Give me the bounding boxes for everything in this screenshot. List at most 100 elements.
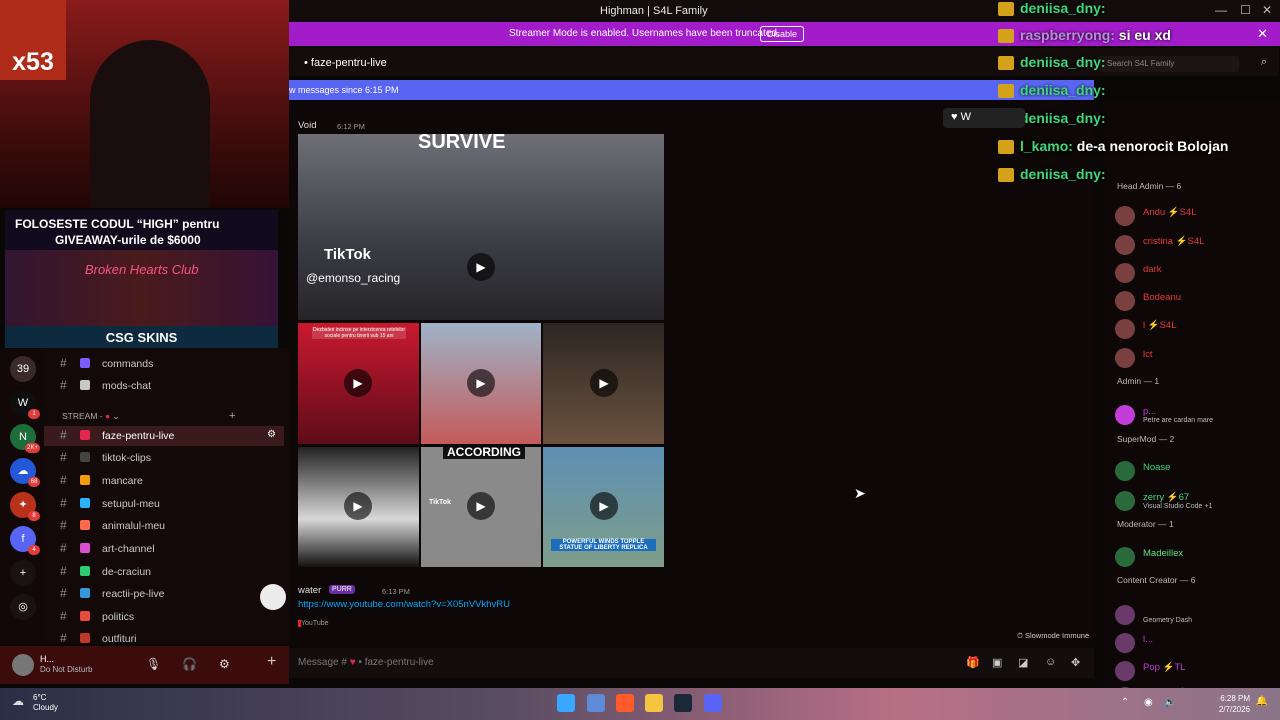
- member-item[interactable]: zerry ⚡67 Visual Studio Code +1: [1115, 489, 1280, 515]
- add-attachment-icon[interactable]: +: [267, 653, 276, 671]
- member-item[interactable]: cristina ⚡S4L: [1115, 233, 1280, 259]
- disable-button[interactable]: Disable: [760, 26, 805, 42]
- server-icon[interactable]: ☁ 68: [10, 458, 40, 487]
- start-icon[interactable]: [557, 694, 575, 712]
- hash-icon: #: [60, 586, 67, 600]
- channel-item[interactable]: # mods-chat: [44, 376, 284, 396]
- member-item[interactable]: Noase: [1115, 459, 1280, 485]
- overlay-chat-line: deniisa_dny:: [998, 0, 1106, 22]
- network-icon[interactable]: ◉: [1144, 697, 1153, 708]
- channel-label: tiktok-clips: [102, 452, 152, 464]
- play-icon[interactable]: ▶: [467, 369, 495, 397]
- channel-settings-icon[interactable]: ⚙: [267, 429, 276, 440]
- weather-icon[interactable]: ☁: [12, 694, 24, 708]
- member-group-header[interactable]: Admin — 1: [1117, 376, 1159, 386]
- server-icon[interactable]: 39: [10, 356, 36, 382]
- member-item[interactable]: lct: [1115, 346, 1280, 372]
- tiktok-embed[interactable]: ▶: [421, 323, 541, 444]
- settings-gear-icon[interactable]: ⚙: [219, 657, 230, 671]
- member-group-header[interactable]: Moderator — 1: [1117, 519, 1174, 529]
- emoji-icon[interactable]: ☺: [1045, 656, 1056, 668]
- overlay-chat-line: raspberryong: si eu xd: [998, 27, 1171, 49]
- play-icon[interactable]: ▶: [590, 369, 618, 397]
- channel-item[interactable]: # politics: [44, 607, 284, 627]
- message-input[interactable]: Message # ♥ • faze-pentru-live: [298, 657, 434, 668]
- channel-item[interactable]: # setupul-meu: [44, 494, 284, 514]
- play-icon[interactable]: ▶: [467, 253, 495, 281]
- promo-art: Broken Hearts Club: [5, 250, 278, 326]
- play-icon[interactable]: ▶: [344, 492, 372, 520]
- channel-item[interactable]: # commands: [44, 354, 284, 374]
- member-item[interactable]: Geometry Dash: [1115, 603, 1280, 629]
- message-link[interactable]: https://www.youtube.com/watch?v=X05nVVkh…: [298, 599, 510, 610]
- message-author[interactable]: water: [298, 585, 321, 596]
- message-avatar[interactable]: [260, 584, 286, 610]
- tiktok-embed[interactable]: ACCORDING TikTok ▶: [421, 447, 541, 567]
- message-author[interactable]: Void: [298, 120, 317, 131]
- member-group-header[interactable]: Content Creator — 6: [1117, 575, 1195, 585]
- member-item[interactable]: Bodeanu: [1115, 289, 1280, 315]
- discord-icon[interactable]: [704, 694, 722, 712]
- explorer-icon[interactable]: [645, 694, 663, 712]
- channel-item[interactable]: # animalul-meu: [44, 516, 284, 536]
- add-channel-icon[interactable]: +: [229, 410, 235, 422]
- tiktok-embed[interactable]: POWERFUL WINDS TOPPLE STATUE OF LIBERTY …: [543, 447, 664, 567]
- member-item[interactable]: Pop ⚡TL: [1115, 659, 1280, 685]
- member-item[interactable]: Madeillex: [1115, 545, 1280, 571]
- taskview-icon[interactable]: [587, 694, 605, 712]
- member-item[interactable]: l ⚡S4L: [1115, 317, 1280, 343]
- hash-icon: #: [60, 609, 67, 623]
- message-timestamp: 6:13 PM: [382, 587, 410, 596]
- gift-icon[interactable]: 🎁: [966, 656, 980, 669]
- member-group-header[interactable]: SuperMod — 2: [1117, 434, 1174, 444]
- member-avatar: [1115, 605, 1135, 625]
- server-icon[interactable]: W1: [10, 390, 40, 419]
- hash-icon: #: [60, 541, 67, 555]
- tiktok-logo: TikTok: [324, 246, 371, 263]
- member-item[interactable]: Andu ⚡S4L: [1115, 204, 1280, 230]
- member-avatar: [1115, 263, 1135, 283]
- play-icon[interactable]: ▶: [467, 492, 495, 520]
- member-item[interactable]: p... Petre are cardan mare: [1115, 403, 1280, 429]
- server-icon[interactable]: +: [10, 560, 36, 586]
- tiktok-embed[interactable]: Dezbateri incinse pe interzicerea retele…: [298, 323, 419, 444]
- notification-bell-icon[interactable]: 🔔: [1256, 696, 1268, 707]
- reaction-bar[interactable]: ♥ W: [943, 108, 1025, 128]
- sticker-icon[interactable]: ◪: [1018, 656, 1028, 669]
- member-name: l ⚡S4L: [1143, 320, 1177, 331]
- user-avatar[interactable]: [12, 654, 34, 676]
- server-icon[interactable]: N 2K+: [10, 424, 40, 453]
- play-icon[interactable]: ▶: [344, 369, 372, 397]
- member-item[interactable]: l...: [1115, 631, 1280, 657]
- gif-icon[interactable]: ▣: [992, 656, 1002, 669]
- headphones-icon[interactable]: 🎧: [182, 657, 197, 671]
- channel-item[interactable]: # faze-pentru-live ⚙: [44, 426, 284, 446]
- microphone-icon[interactable]: 🎙: [146, 657, 161, 671]
- server-icon[interactable]: ✦ 8: [10, 492, 40, 521]
- volume-icon[interactable]: 🔈: [1164, 697, 1176, 708]
- tiktok-embed-large[interactable]: SURVIVE TikTok @emonso_racing ▶: [298, 134, 664, 320]
- apps-icon[interactable]: ✥: [1071, 656, 1080, 669]
- channel-item[interactable]: # mancare: [44, 471, 284, 491]
- new-messages-bar[interactable]: w messages since 6:15 PM: [289, 80, 1094, 100]
- server-icon[interactable]: ◎: [10, 594, 36, 620]
- member-item[interactable]: dark: [1115, 261, 1280, 287]
- tiktok-embed[interactable]: ▶: [543, 323, 664, 444]
- brave-icon[interactable]: [616, 694, 634, 712]
- play-icon[interactable]: ▶: [590, 492, 618, 520]
- channel-item[interactable]: # tiktok-clips: [44, 448, 284, 468]
- role-badge: PURR: [329, 585, 355, 594]
- tray-chevron-icon[interactable]: ⌃: [1121, 697, 1129, 708]
- clock[interactable]: 6:28 PM 2/7/2026: [1219, 693, 1250, 715]
- channel-item[interactable]: # art-channel: [44, 539, 284, 559]
- tiktok-embed[interactable]: ▶: [298, 447, 419, 567]
- category-stream[interactable]: STREAM - ● ⌄: [62, 411, 120, 422]
- hash-icon: #: [60, 496, 67, 510]
- steam-icon[interactable]: [674, 694, 692, 712]
- member-avatar: [1115, 206, 1135, 226]
- channel-item[interactable]: # de-craciun: [44, 562, 284, 582]
- channel-item[interactable]: # reactii-pe-live: [44, 584, 284, 604]
- weather-widget[interactable]: 6°C Cloudy: [33, 693, 58, 713]
- member-avatar: [1115, 405, 1135, 425]
- server-icon[interactable]: f4: [10, 526, 40, 555]
